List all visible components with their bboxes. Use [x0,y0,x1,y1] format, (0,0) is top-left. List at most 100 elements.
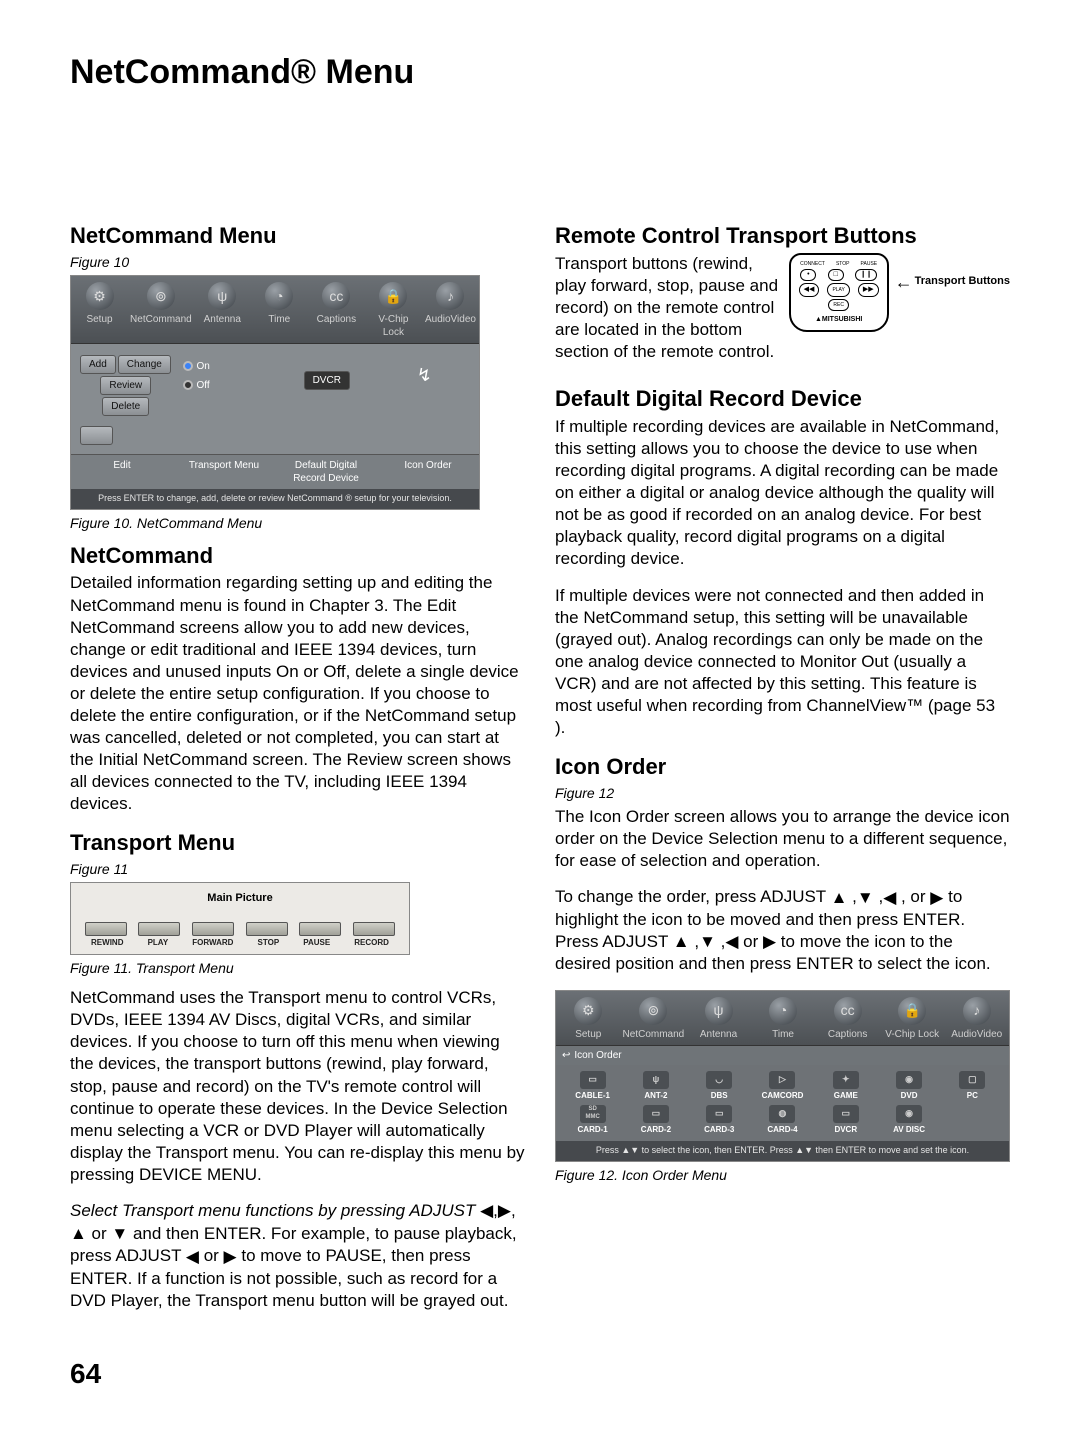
record-device-label: Default Digital Record Device [275,455,377,489]
up-triangle-icon-r2: ▲ [673,931,690,953]
icon-dvd: ◉DVD [878,1071,939,1101]
io-tab-netcommand: ⊚NetCommand [621,991,687,1045]
two-column-layout: NetCommand Menu Figure 10 ⚙Setup ⊚NetCom… [70,214,1010,1326]
io-setup-label: Setup [575,1029,601,1040]
icon-order-paragraph-1: The Icon Order screen allows you to arra… [555,806,1010,872]
setup-icon: ⚙ [574,997,602,1025]
nc-edit-col: AddChange ReviewDelete [77,350,175,450]
clock-icon: ◔ [769,997,797,1025]
heading-netcommand: NetCommand [70,542,525,571]
nc-icon-order-col: ↯ [376,350,474,450]
rewind-label: REWIND [91,938,123,948]
stop-button [246,922,288,936]
heading-transport-menu: Transport Menu [70,829,525,858]
io-vchip-label: V-Chip Lock [885,1029,939,1040]
left-triangle-icon: ◀ [480,1200,493,1222]
remote-paragraph: Transport buttons (rewind, play forward,… [555,253,781,363]
page-title: NetCommand® Menu [70,50,1010,94]
rec-btn: REC [828,299,849,311]
icon-empty [942,1105,1003,1135]
nc-body: AddChange ReviewDelete On Off DVCR ↯ [71,344,479,454]
shuffle-icon: ↯ [417,364,432,387]
left-triangle-icon-2: ◀ [186,1246,199,1268]
forward-label: FORWARD [192,938,233,948]
stop-label: STOP [836,261,850,268]
antenna-icon: ψ [208,282,236,310]
figure-12-label: Figure 12 [555,784,1010,802]
lock-icon: 🔒 [379,282,407,310]
pause-btn: ❙❙ [855,269,877,281]
io-tab-antenna: ψAntenna [686,991,751,1045]
captions-icon: cc [834,997,862,1025]
heading-remote-buttons: Remote Control Transport Buttons [555,222,1010,251]
netcommand-paragraph: Detailed information regarding setting u… [70,572,525,815]
tab-setup: ⚙Setup [71,276,128,343]
nc-tab-row: ⚙Setup ⊚NetCommand ψAntenna ◔Time ccCapt… [71,276,479,344]
radio-off [183,380,193,390]
connect-btn: • [800,269,816,281]
pc-icon: ▢ [959,1071,985,1089]
tp2-part-a: Select Transport menu functions by press… [70,1201,480,1220]
figure-10-caption: Figure 10. NetCommand Menu [70,514,525,532]
dbs-icon: ◡ [706,1071,732,1089]
delete-button: Delete [102,397,149,416]
nc-transport-col: On Off [175,350,279,450]
tab-vchip: 🔒 V-Chip Lock [365,276,422,343]
dvcr-icon: ▭ [833,1105,859,1123]
lock-icon: 🔒 [898,997,926,1025]
ff-btn: ▶▶ [858,283,879,297]
icon-game: ✦GAME [815,1071,876,1101]
tab-captions-label: Captions [317,314,356,325]
icon-card-4: ◍CARD-4 [752,1105,813,1135]
transport-buttons-callout: Transport Buttons [915,275,1010,288]
connect-label: CONNECT [800,261,825,268]
page-number: 64 [70,1356,1010,1392]
card-icon-4: ◍ [769,1105,795,1123]
pause-button [299,922,341,936]
io-time-label: Time [772,1029,794,1040]
io-hint-bar: Press ▲▼ to select the icon, then ENTER.… [556,1141,1009,1161]
nc-record-col: DVCR [278,350,376,450]
io-tab-time: ◔ Time [751,991,816,1045]
icon-ant-2: ψANT-2 [625,1071,686,1101]
icon-camcord: ▷CAMCORD [752,1071,813,1101]
avdisc-icon: ◉ [896,1105,922,1123]
down-triangle-icon-r: ▼ [857,887,874,909]
device-icon-grid: ▭CABLE-1 ψANT-2 ◡DBS ▷CAMCORD ✦GAME ◉DVD… [556,1065,1009,1142]
transport-label-row: REWIND PLAY FORWARD STOP PAUSE RECORD [79,938,401,948]
icon-cable-1: ▭CABLE-1 [562,1071,623,1101]
figure-10-label: Figure 10 [70,253,525,271]
mitsubishi-brand: ▲MITSUBISHI [795,315,883,324]
netcommand-icon: ⊚ [147,282,175,310]
record-label: RECORD [354,938,389,948]
right-column: Remote Control Transport Buttons Transpo… [555,214,1010,1326]
io-subheader: ↩ Icon Order [556,1046,1009,1065]
clock-icon: ◔ [265,282,293,310]
down-triangle-icon: ▼ [111,1223,128,1245]
tab-vchip-label: V-Chip Lock [378,314,408,338]
captions-icon: cc [322,282,350,310]
netcommand-menu-screenshot: ⚙Setup ⊚NetCommand ψAntenna ◔Time ccCapt… [70,275,480,510]
transport-box-title: Main Picture [79,891,401,905]
on-label: On [197,361,210,372]
pause-label: PAUSE [303,938,330,948]
edit-label: Edit [71,455,173,489]
record-button [353,922,395,936]
up-triangle-icon: ▲ [70,1223,87,1245]
tab-time-label: Time [268,314,290,325]
io-subheader-text: Icon Order [574,1049,621,1062]
remote-diagram: CONNECT STOP PAUSE • □ ❙❙ ◀◀ PLAY ▶▶ [789,253,1010,333]
io-tab-vchip: 🔒 V-Chip Lock [880,991,945,1045]
right-triangle-icon-2: ▶ [224,1246,237,1268]
icon-pc: ▢PC [942,1071,1003,1101]
arrow-icon: ← [895,273,913,291]
antenna-icon: ψ [705,997,733,1025]
io-tab-setup: ⚙ Setup [556,991,621,1045]
heading-default-record: Default Digital Record Device [555,385,1010,414]
figure-11-caption: Figure 11. Transport Menu [70,959,525,977]
cable-icon: ▭ [580,1071,606,1089]
figure-12-caption: Figure 12. Icon Order Menu [555,1166,1010,1184]
io-tab-av: ♪AudioVideo [944,991,1009,1045]
io-nc-label: NetCommand [623,1029,685,1040]
icon-dvcr: ▭DVCR [815,1105,876,1135]
